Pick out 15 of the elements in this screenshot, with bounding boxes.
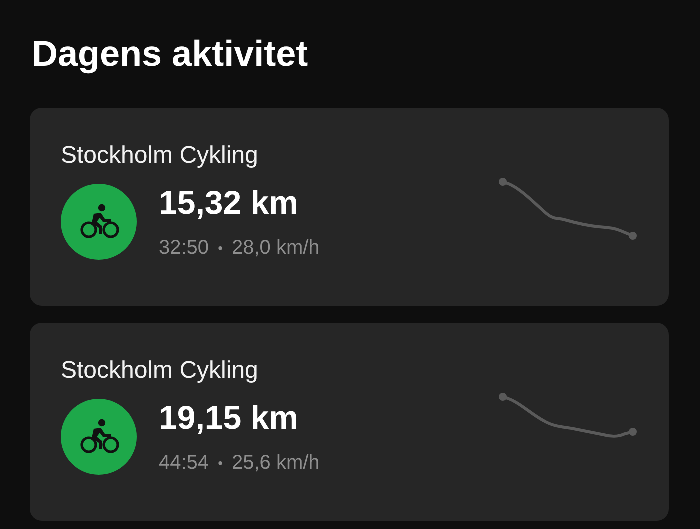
bicycle-icon [61, 184, 137, 260]
speed: 28,0 km/h [232, 236, 320, 260]
activity-card[interactable]: Stockholm Cykling 19,15 km 44:54 • 25,6 km/h [30, 323, 669, 521]
distance: 15,32 km [159, 184, 298, 222]
duration: 44:54 [159, 451, 210, 475]
activity-card[interactable]: Stockholm Cykling 15,32 km 32:50 • 28,0 km/h [30, 108, 669, 306]
activity-name: Stockholm Cykling [61, 356, 258, 386]
separator-dot: • [218, 454, 223, 473]
activity-name: Stockholm Cykling [61, 141, 258, 171]
duration: 32:50 [159, 236, 210, 260]
bicycle-icon [61, 399, 137, 475]
separator-dot: • [218, 239, 223, 258]
page-title: Dagens aktivitet [32, 32, 308, 76]
distance: 19,15 km [159, 399, 298, 437]
speed: 25,6 km/h [232, 451, 320, 475]
